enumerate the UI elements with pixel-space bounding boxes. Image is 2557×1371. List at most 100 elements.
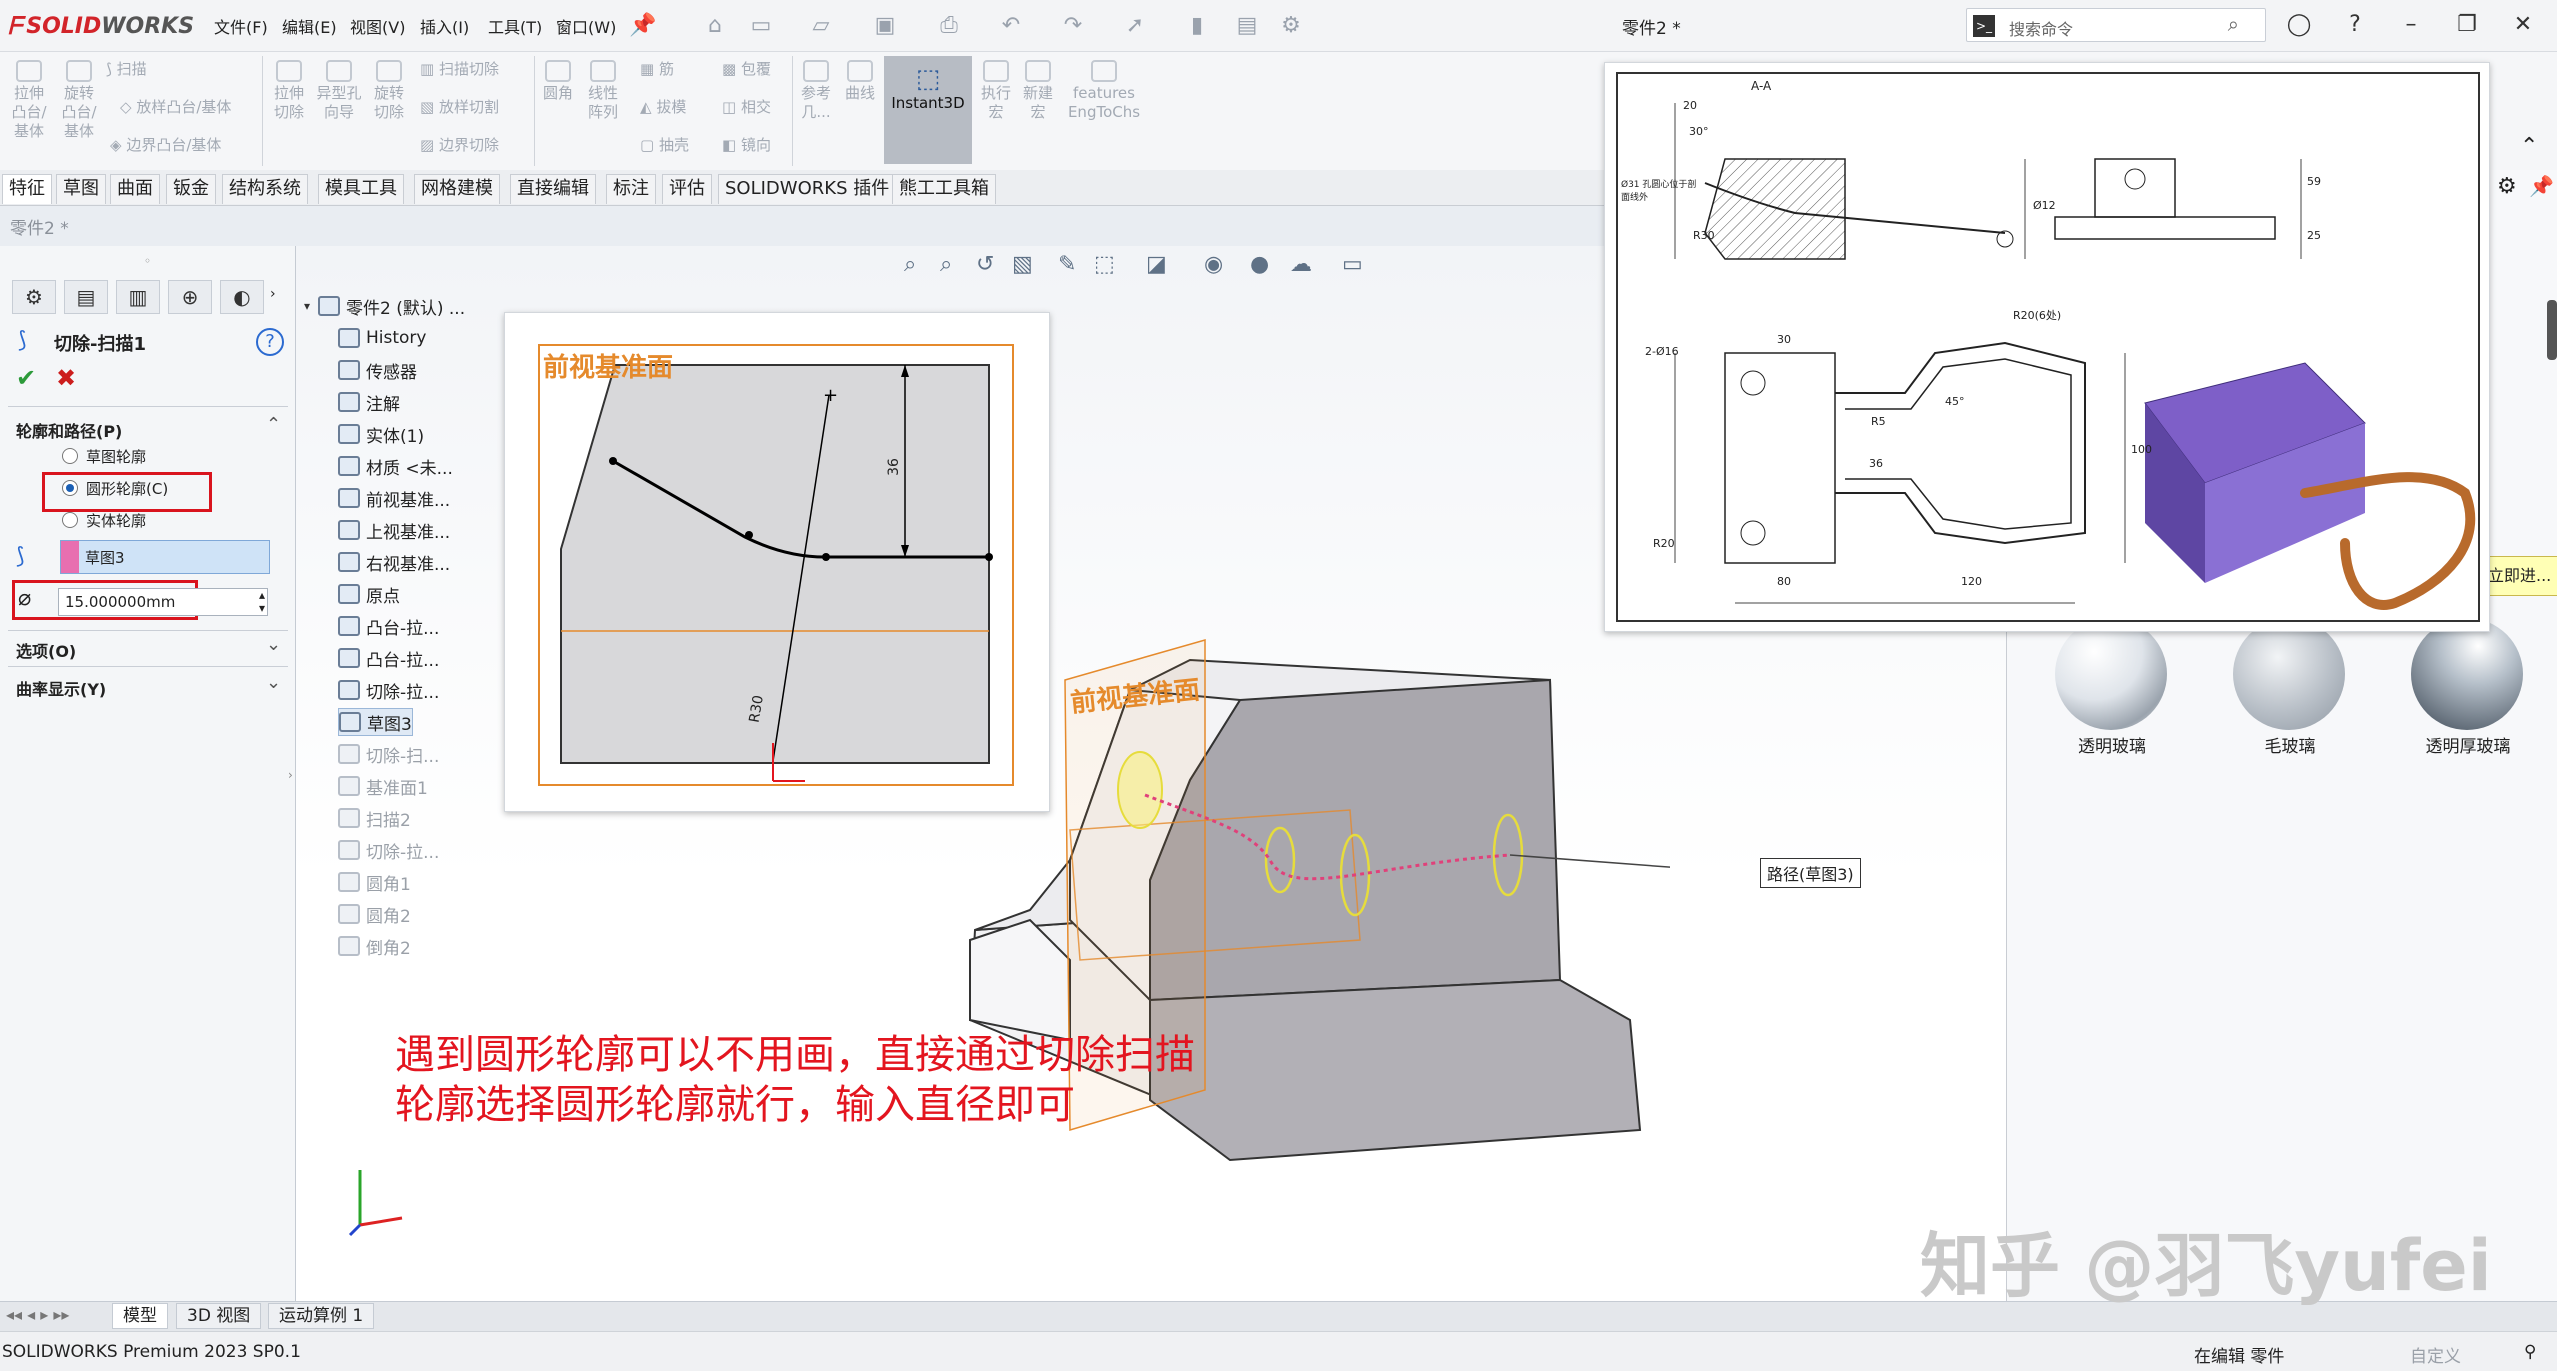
linear-pattern-button[interactable]: 线性 阵列 — [580, 60, 626, 122]
reference-geometry-button[interactable]: 参考 几... — [796, 60, 836, 122]
view-settings-icon[interactable]: ▭ — [1342, 252, 1363, 277]
ok-check-icon[interactable]: ✔ — [16, 364, 36, 392]
expand-chevron-icon[interactable]: ⌄ — [266, 672, 281, 693]
print-icon[interactable]: ⎙ — [934, 11, 964, 41]
hole-wizard-button[interactable]: 异型孔 向导 — [316, 60, 362, 122]
tab-feature-manager-icon[interactable]: ⚙ — [12, 280, 56, 314]
new-macro-button[interactable]: 新建 宏 — [1018, 60, 1058, 122]
tree-item-origin[interactable]: 原点 — [338, 580, 400, 608]
path-callout[interactable]: 路径(草图3) — [1760, 858, 1861, 888]
thick-glass-swatch[interactable] — [2411, 618, 2523, 730]
task-pane-settings-icon[interactable]: ⚙ — [2497, 174, 2517, 199]
swept-cut-button[interactable]: ▥ 扫描切除 — [420, 60, 499, 79]
lofted-cut-button[interactable]: ▧ 放样切割 — [420, 98, 499, 117]
menu-file[interactable]: 文件(F) — [214, 14, 268, 38]
view-orientation-icon[interactable]: ⬚ — [1094, 252, 1115, 277]
options-gear-icon[interactable]: ⚙ — [1276, 11, 1306, 41]
tab-structure-system[interactable]: 结构系统 — [222, 174, 308, 204]
fillet-button[interactable]: 圆角 — [538, 60, 578, 103]
curves-button[interactable]: 曲线 — [840, 60, 880, 103]
radio-solid-profile[interactable] — [62, 512, 78, 528]
tree-item-material[interactable]: 材质 <未... — [338, 452, 453, 480]
clear-glass-swatch[interactable] — [2055, 618, 2167, 730]
tab-evaluate[interactable]: 评估 — [662, 174, 712, 204]
tree-item-annotations[interactable]: 注解 — [338, 388, 400, 416]
tree-item-cut-extrude-2[interactable]: 切除-拉... — [338, 836, 439, 864]
expand-arrow-icon[interactable]: ▾ — [296, 299, 318, 313]
wrap-button[interactable]: ▩ 包覆 — [722, 60, 771, 79]
tab-dimxpert-icon[interactable]: ⊕ — [168, 280, 212, 314]
tree-item-cut-extrude[interactable]: 切除-拉... — [338, 676, 439, 704]
tree-root[interactable]: ▾ 零件2 (默认) ... — [296, 292, 465, 320]
tree-item-boss-extrude-1[interactable]: 凸台-拉... — [338, 612, 439, 640]
tree-item-front-plane[interactable]: 前视基准... — [338, 484, 450, 512]
search-input[interactable]: 搜索命令 — [2009, 16, 2073, 40]
tree-item-top-plane[interactable]: 上视基准... — [338, 516, 450, 544]
tree-item-chamfer2[interactable]: 倒角2 — [338, 932, 411, 960]
tab-scroll-arrows-icon[interactable]: ◂◂ ◂ ▸ ▸▸ — [6, 1305, 69, 1324]
tab-display-manager-icon[interactable]: ◐ — [220, 280, 264, 314]
help-icon[interactable]: ? — [2338, 8, 2372, 42]
menu-insert[interactable]: 插入(I) — [420, 14, 469, 38]
menu-view[interactable]: 视图(V) — [350, 14, 405, 38]
tab-sketch[interactable]: 草图 — [56, 174, 106, 204]
redo-icon[interactable]: ↷ — [1058, 11, 1088, 41]
menu-window[interactable]: 窗口(W) — [556, 14, 616, 38]
new-icon[interactable]: ▭ — [746, 11, 776, 41]
status-custom[interactable]: 自定义 — [2410, 1342, 2461, 1367]
tab-motion-study[interactable]: 运动算例 1 — [268, 1303, 375, 1329]
section-options[interactable]: 选项(O) — [16, 638, 76, 662]
task-pane-pin-icon[interactable]: 📌 — [2529, 174, 2554, 198]
tab-direct-editing[interactable]: 直接编辑 — [510, 174, 596, 204]
frosted-glass-swatch[interactable] — [2233, 618, 2345, 730]
extrude-cut-button[interactable]: 拉伸 切除 — [266, 60, 312, 122]
diameter-input[interactable]: 15.000000mm — [65, 593, 175, 611]
run-macro-button[interactable]: 执行 宏 — [976, 60, 1016, 122]
tab-xiong-toolbox[interactable]: 熊工工具箱 — [892, 174, 996, 204]
select-icon[interactable]: ➚ — [1120, 11, 1150, 41]
cancel-x-icon[interactable]: ✖ — [56, 364, 76, 392]
solidworks-logo[interactable]: ᖴ SOLID WORKS — [8, 10, 194, 42]
radio-sketch-profile[interactable] — [62, 448, 78, 464]
home-icon[interactable]: ⌂ — [700, 11, 730, 41]
tab-sheet-metal[interactable]: 钣金 — [166, 174, 216, 204]
tab-features[interactable]: 特征 — [2, 174, 52, 204]
tab-configuration-icon[interactable]: ▥ — [116, 280, 160, 314]
path-selection-box[interactable]: 草图3 — [60, 540, 270, 574]
section-profile-path[interactable]: 轮廓和路径(P) — [16, 418, 122, 442]
more-tabs-icon[interactable]: › — [270, 286, 276, 302]
instant3d-button[interactable]: ⬚ Instant3D — [884, 56, 972, 164]
tree-item-sketch3[interactable]: 草图3 — [338, 708, 413, 736]
draft-button[interactable]: ◭ 拔模 — [640, 98, 686, 117]
boundary-cut-button[interactable]: ▨ 边界切除 — [420, 136, 499, 155]
pin-icon[interactable]: 📌 — [628, 11, 658, 41]
scene-icon[interactable]: ☁ — [1290, 252, 1312, 277]
tree-item-boss-extrude-2[interactable]: 凸台-拉... — [338, 644, 439, 672]
status-options-icon[interactable]: ⚲ — [2524, 1342, 2536, 1362]
expand-chevron-icon[interactable]: ⌄ — [266, 634, 281, 655]
tree-item-history[interactable]: History — [338, 324, 426, 352]
dynamic-annotation-icon[interactable]: ✎ — [1058, 252, 1076, 277]
tab-3d-views[interactable]: 3D 视图 — [176, 1303, 262, 1329]
section-view-icon[interactable]: ▧ — [1012, 252, 1033, 277]
user-icon[interactable]: ◯ — [2282, 8, 2316, 42]
tab-model[interactable]: 模型 — [112, 1303, 168, 1329]
mirror-button[interactable]: ◧ 镜向 — [722, 136, 771, 155]
tab-markup[interactable]: 标注 — [606, 174, 656, 204]
diameter-spinner-icon[interactable]: ▴ ▾ — [259, 589, 265, 615]
display-style-icon[interactable]: ◪ — [1146, 252, 1167, 277]
tree-item-cut-sweep[interactable]: 切除-扫... — [338, 740, 439, 768]
tree-item-fillet2[interactable]: 圆角2 — [338, 900, 411, 928]
panel-collapse-handle[interactable]: › — [288, 768, 293, 782]
open-icon[interactable]: ▱ — [806, 11, 836, 41]
radio-circular-profile[interactable] — [62, 480, 78, 496]
restore-icon[interactable]: ❐ — [2450, 8, 2484, 42]
tree-item-sweep2[interactable]: 扫描2 — [338, 804, 411, 832]
tree-item-fillet1[interactable]: 圆角1 — [338, 868, 411, 896]
hide-show-icon[interactable]: ◉ — [1204, 252, 1223, 277]
tree-item-plane1[interactable]: 基准面1 — [338, 772, 428, 800]
collapse-chevron-icon[interactable]: ⌃ — [266, 414, 281, 435]
close-icon[interactable]: ✕ — [2506, 8, 2540, 42]
appearance-icon[interactable]: ● — [1250, 252, 1269, 277]
tab-property-manager-icon[interactable]: ▤ — [64, 280, 108, 314]
